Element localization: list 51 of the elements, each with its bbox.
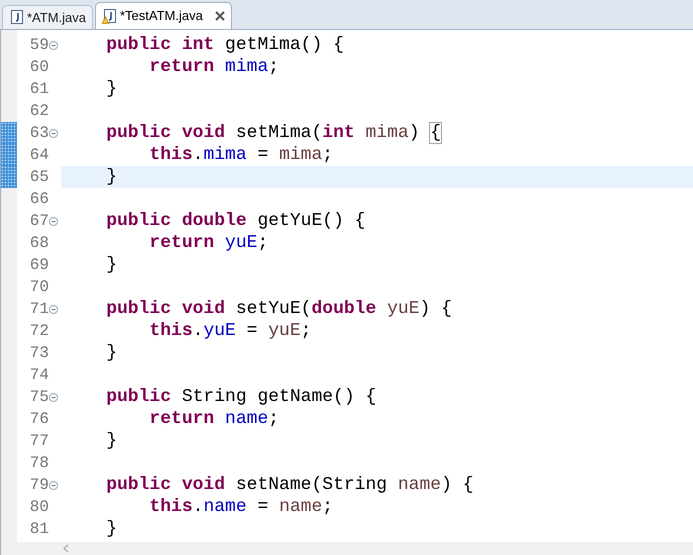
code-line: this.yuE = yuE; — [148, 320, 312, 342]
code-line: public String getName() { — [105, 386, 376, 408]
line-number: 74 — [28, 365, 49, 386]
collapse-icon[interactable] — [49, 304, 58, 314]
code-line: } — [105, 430, 118, 452]
code-line: public void setYuE(double yuE) { — [105, 298, 452, 320]
collapse-icon[interactable] — [49, 480, 58, 490]
code-line: public int getMima() { — [105, 34, 344, 56]
line-number: 73 — [28, 343, 49, 364]
line-number: 68 — [28, 233, 49, 254]
line-number: 69 — [28, 255, 49, 276]
line-number: 61 — [28, 79, 49, 100]
code-line: } — [105, 518, 118, 540]
code-line: } — [105, 254, 118, 276]
collapse-icon[interactable] — [49, 392, 58, 402]
line-number: 63 — [28, 123, 49, 144]
line-number: 64 — [28, 145, 49, 166]
code-line: return mima; — [148, 56, 280, 78]
line-number: 59 — [28, 35, 49, 56]
line-number: 67 — [28, 211, 49, 232]
line-number: 78 — [28, 453, 49, 474]
code-line: public void setName(String name) { — [105, 474, 474, 496]
line-number: 65 — [28, 167, 49, 188]
code-line: this.name = name; — [148, 496, 334, 518]
line-number: 66 — [28, 189, 49, 210]
code-line: } — [105, 166, 118, 188]
line-number: 76 — [28, 409, 49, 430]
line-number: 79 — [28, 475, 49, 496]
java-file-icon — [9, 10, 23, 25]
code-line: public void setMima(int mima) { — [105, 122, 442, 144]
editor-tab[interactable]: *TestATM.java — [95, 2, 232, 29]
line-number: 77 — [28, 431, 49, 452]
collapse-icon[interactable] — [49, 40, 58, 50]
code-line: public double getYuE() { — [105, 210, 366, 232]
line-number: 70 — [28, 277, 49, 298]
line-number: 71 — [28, 299, 49, 320]
line-number: 80 — [28, 497, 49, 518]
code-line: return yuE; — [148, 232, 268, 254]
code-line: } — [105, 342, 118, 364]
editor-tab[interactable]: *ATM.java — [2, 5, 93, 29]
close-icon[interactable] — [214, 11, 225, 21]
code-line: this.mima = mima; — [148, 144, 334, 166]
line-number: 72 — [28, 321, 49, 342]
collapse-icon[interactable] — [49, 216, 58, 226]
line-number: 75 — [28, 387, 49, 408]
line-number: 60 — [28, 57, 49, 78]
line-number: 81 — [28, 519, 49, 540]
line-number: 62 — [28, 101, 49, 122]
collapse-icon[interactable] — [49, 128, 58, 138]
code-line: return name; — [148, 408, 280, 430]
code-line: } — [105, 78, 118, 100]
